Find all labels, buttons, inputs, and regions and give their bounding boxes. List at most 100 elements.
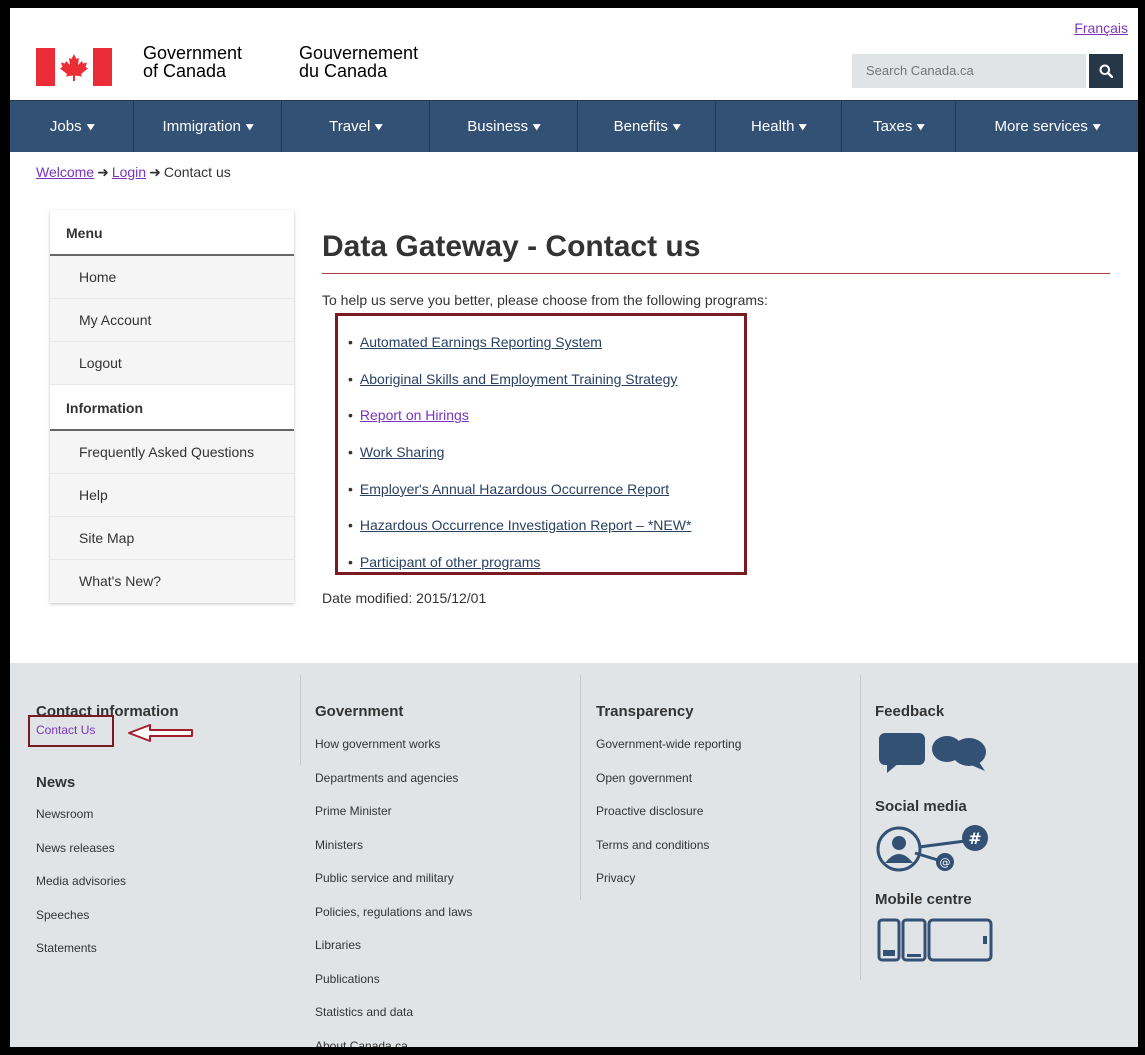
footer-heading-news: News: [36, 774, 76, 791]
breadcrumb-login-link[interactable]: Login: [112, 164, 146, 180]
information-heading: Information: [50, 385, 294, 431]
footer-link-prime-minister[interactable]: Prime Minister: [315, 795, 472, 829]
chevron-down-icon: ▾: [1093, 121, 1101, 133]
footer-link-libraries[interactable]: Libraries: [315, 929, 472, 963]
bullet: •: [348, 407, 353, 424]
nav-item-more-services[interactable]: More services ▾: [956, 101, 1138, 152]
sidebar-item-faq[interactable]: Frequently Asked Questions: [50, 431, 294, 474]
footer-heading-feedback[interactable]: Feedback: [875, 703, 944, 720]
program-link-other[interactable]: Participant of other programs: [360, 554, 541, 570]
chevron-down-icon: ▾: [799, 121, 807, 133]
sidebar-item-home[interactable]: Home: [50, 256, 294, 299]
programs-list: • Automated Earnings Reporting System • Ab…: [335, 313, 747, 575]
footer-link-public-service[interactable]: Public service and military: [315, 862, 472, 896]
site-header: Français Government of Canada Gouverneme…: [10, 8, 1138, 100]
program-link-report-on-hirings[interactable]: Report on Hirings: [360, 407, 469, 423]
nav-item-taxes[interactable]: Taxes ▾: [842, 101, 956, 152]
arrow-right-icon: ➜: [97, 164, 109, 180]
footer-link-departments[interactable]: Departments and agencies: [315, 762, 472, 796]
chevron-down-icon: ▾: [672, 121, 681, 133]
nav-item-immigration[interactable]: Immigration ▾: [134, 101, 282, 152]
breadcrumb: Welcome ➜ Login ➜ Contact us: [36, 164, 231, 181]
footer-link-statistics[interactable]: Statistics and data: [315, 996, 472, 1030]
list-item: • Participant of other programs: [348, 544, 744, 581]
list-item: • Hazardous Occurrence Investigation Repo…: [348, 507, 744, 544]
footer-link-government-wide-reporting[interactable]: Government-wide reporting: [596, 728, 741, 762]
footer-link-ministers[interactable]: Ministers: [315, 829, 472, 863]
social-media-icon[interactable]: @ #: [875, 823, 993, 873]
breadcrumb-welcome-link[interactable]: Welcome: [36, 164, 94, 180]
canada-flag-icon: [36, 48, 112, 86]
arrow-left-icon: [128, 724, 193, 742]
footer-news-list: Newsroom News releases Media advisories …: [36, 798, 126, 966]
arrow-right-icon: ➜: [149, 164, 161, 180]
footer-transparency-list: Government-wide reporting Open governmen…: [596, 728, 741, 896]
list-item: • Report on Hirings: [348, 397, 744, 434]
wordmark-english: Government of Canada: [143, 43, 243, 81]
program-link-ehor[interactable]: Employer's Annual Hazardous Occurrence R…: [360, 481, 669, 497]
chevron-down-icon: ▾: [917, 121, 925, 133]
footer-link-privacy[interactable]: Privacy: [596, 862, 741, 896]
program-link-asets[interactable]: Aboriginal Skills and Employment Trainin…: [360, 371, 678, 387]
list-item: • Employer's Annual Hazardous Occurrence …: [348, 470, 744, 507]
chevron-down-icon: ▾: [246, 121, 254, 133]
footer-link-about-canada[interactable]: About Canada.ca: [315, 1030, 472, 1048]
nav-item-business[interactable]: Business ▾: [430, 101, 578, 152]
svg-text:#: #: [968, 829, 981, 848]
program-link-aers[interactable]: Automated Earnings Reporting System: [360, 334, 602, 350]
browser-page: Français Government of Canada Gouverneme…: [10, 8, 1138, 1047]
intro-text: To help us serve you better, please choo…: [322, 292, 768, 308]
footer-link-policies[interactable]: Policies, regulations and laws: [315, 896, 472, 930]
list-item: • Work Sharing: [348, 434, 744, 471]
footer-link-open-government[interactable]: Open government: [596, 762, 741, 796]
mobile-devices-icon[interactable]: [877, 916, 995, 964]
footer-link-contact-us[interactable]: Contact Us: [36, 723, 95, 737]
bullet: •: [348, 370, 353, 387]
site-footer: Contact information News Newsroom News r…: [10, 663, 1138, 1047]
footer-link-terms[interactable]: Terms and conditions: [596, 829, 741, 863]
chevron-down-icon: ▾: [86, 121, 94, 133]
sidebar-item-logout[interactable]: Logout: [50, 342, 294, 385]
nav-item-benefits[interactable]: Benefits ▾: [578, 101, 716, 152]
search-button[interactable]: [1089, 54, 1123, 88]
title-divider: [322, 273, 1110, 274]
nav-item-jobs[interactable]: Jobs ▾: [10, 101, 134, 152]
footer-link-statements[interactable]: Statements: [36, 932, 126, 966]
footer-heading-social-media[interactable]: Social media: [875, 798, 967, 815]
footer-link-publications[interactable]: Publications: [315, 963, 472, 997]
footer-link-proactive-disclosure[interactable]: Proactive disclosure: [596, 795, 741, 829]
main-menu: Jobs ▾ Immigration ▾ Travel ▾ Business ▾ Ben…: [10, 100, 1138, 152]
bullet: •: [348, 480, 353, 497]
footer-link-how-government-works[interactable]: How government works: [315, 728, 472, 762]
footer-link-news-releases[interactable]: News releases: [36, 832, 126, 866]
footer-heading-government: Government: [315, 703, 404, 720]
language-toggle-link[interactable]: Français: [1074, 20, 1128, 36]
chevron-down-icon: ▾: [533, 121, 541, 133]
footer-divider: [580, 675, 581, 900]
feedback-icon[interactable]: [877, 729, 989, 775]
search-input[interactable]: [852, 54, 1086, 88]
footer-link-media-advisories[interactable]: Media advisories: [36, 865, 126, 899]
sidebar-item-whats-new[interactable]: What's New?: [50, 560, 294, 603]
footer-divider: [860, 675, 861, 980]
search-icon: [1099, 64, 1113, 78]
program-link-work-sharing[interactable]: Work Sharing: [360, 444, 445, 460]
svg-text:@: @: [940, 856, 951, 869]
footer-link-newsroom[interactable]: Newsroom: [36, 798, 126, 832]
list-item: • Aboriginal Skills and Employment Traini…: [348, 361, 744, 398]
sidebar-item-site-map[interactable]: Site Map: [50, 517, 294, 560]
bullet: •: [348, 334, 353, 351]
footer-link-speeches[interactable]: Speeches: [36, 899, 126, 933]
bullet: •: [348, 553, 353, 570]
program-link-hoir[interactable]: Hazardous Occurrence Investigation Repor…: [360, 517, 691, 533]
page-title: Data Gateway - Contact us: [322, 230, 701, 263]
bullet: •: [348, 517, 353, 534]
nav-item-travel[interactable]: Travel ▾: [282, 101, 430, 152]
sidebar-item-my-account[interactable]: My Account: [50, 299, 294, 342]
sidebar-item-help[interactable]: Help: [50, 474, 294, 517]
footer-heading-mobile-centre[interactable]: Mobile centre: [875, 891, 972, 908]
chevron-down-icon: ▾: [375, 121, 383, 133]
date-modified: Date modified: 2015/12/01: [322, 590, 487, 606]
menu-heading: Menu: [50, 210, 294, 256]
nav-item-health[interactable]: Health ▾: [716, 101, 842, 152]
